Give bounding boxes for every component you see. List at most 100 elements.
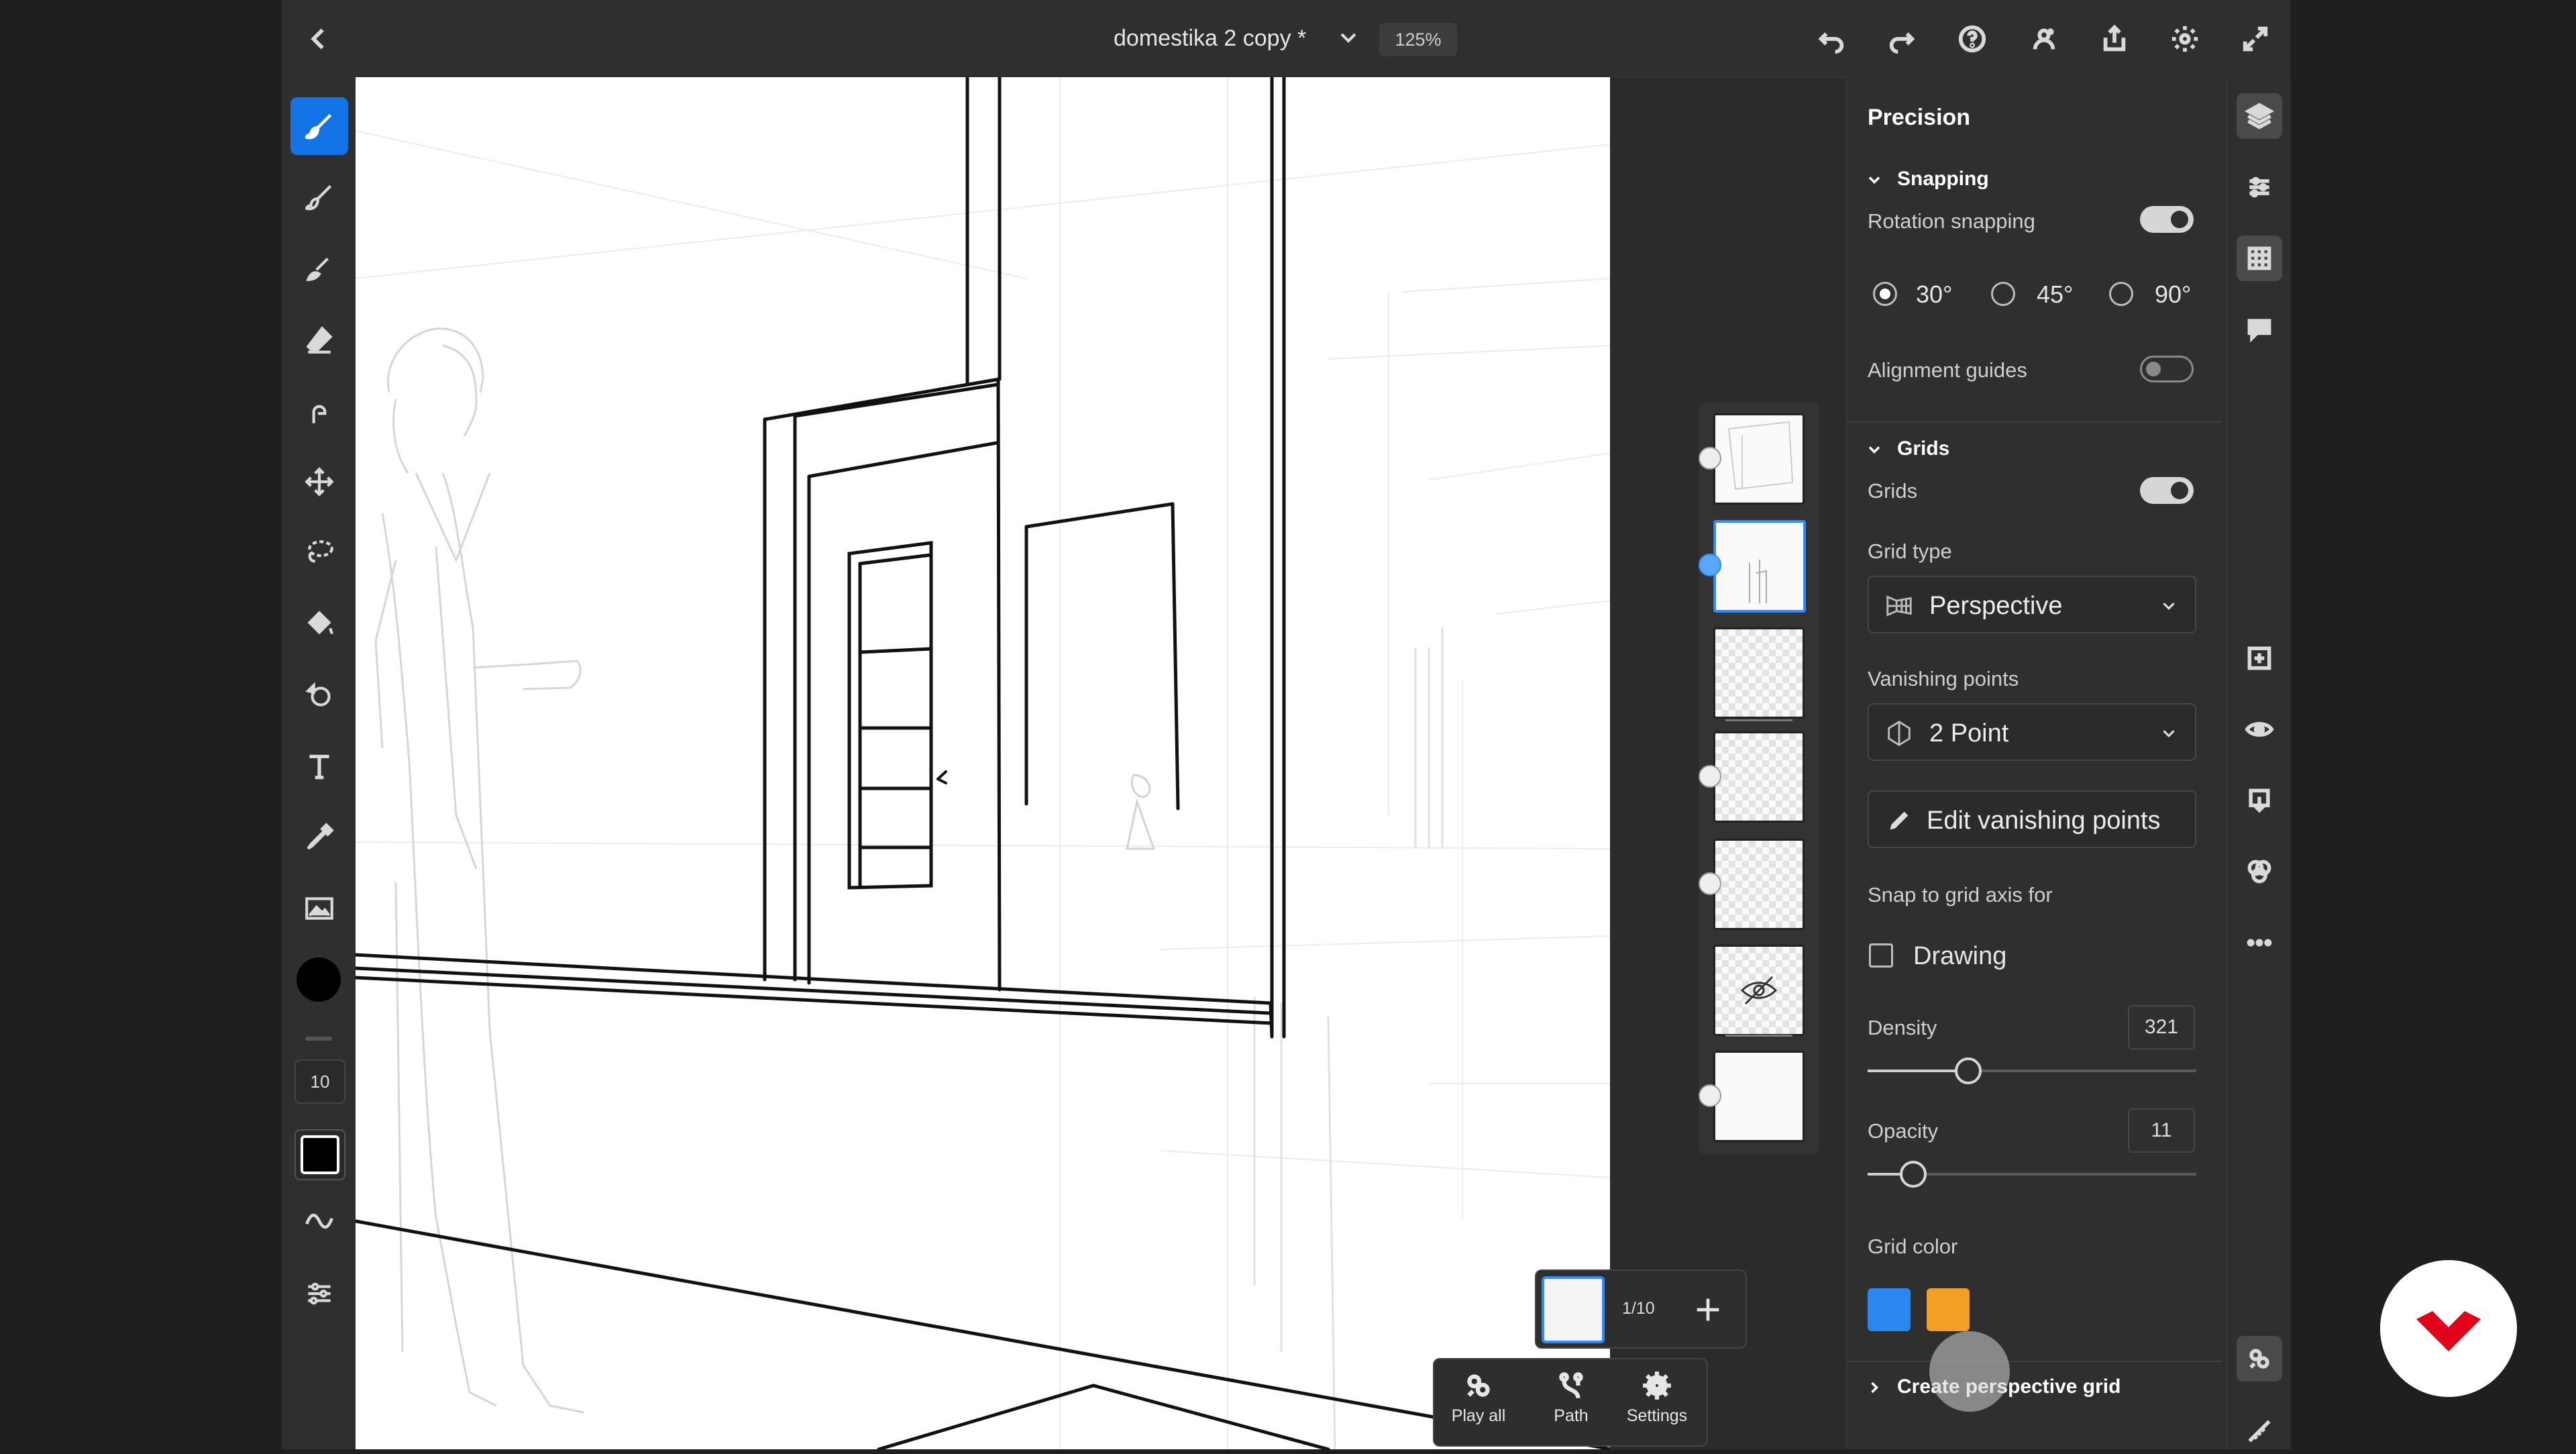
grid-icon[interactable] [2237, 236, 2282, 281]
brush-size[interactable]: 10 [294, 1059, 345, 1104]
layer-thumb[interactable] [1713, 413, 1805, 505]
vector-brush-tool-icon[interactable] [290, 240, 348, 297]
snapping-header[interactable]: Snapping [1897, 168, 1989, 191]
layer-badge-icon [1699, 447, 1721, 470]
section-divider [1846, 1361, 2222, 1362]
layer-group-divider [1725, 719, 1792, 721]
layers-icon[interactable] [2237, 93, 2282, 139]
angle-radio-90[interactable] [2109, 282, 2133, 306]
live-brush-tool-icon[interactable] [290, 168, 348, 226]
chevron-right-icon[interactable] [1865, 1378, 1884, 1397]
ruler-icon[interactable] [2237, 1408, 2282, 1454]
path-label: Path [1554, 1406, 1589, 1425]
stroke-smoothing-icon[interactable] [290, 1192, 348, 1250]
canvas-area[interactable] [356, 77, 1610, 1449]
add-layer-icon[interactable] [2237, 635, 2282, 681]
path-button[interactable]: Path [1531, 1369, 1611, 1426]
share-people-icon[interactable] [2024, 19, 2064, 59]
help-icon[interactable] [1952, 19, 1992, 59]
gear-icon [1643, 1371, 1671, 1400]
layer-thumb[interactable] [1713, 627, 1805, 719]
settings-label: Settings [1626, 1406, 1688, 1425]
zoom-level[interactable]: 125% [1379, 23, 1457, 56]
comments-icon[interactable] [2237, 307, 2282, 352]
snap-axis-label: Snap to grid axis for [1868, 883, 2053, 906]
layer-thumb-hidden[interactable] [1713, 945, 1805, 1036]
layer-badge-icon [1699, 1084, 1721, 1107]
image-tool-icon[interactable] [290, 880, 348, 937]
shape-tool-icon[interactable] [290, 666, 348, 724]
fill-swatch[interactable] [294, 1129, 345, 1180]
edit-vanishing-points-button[interactable]: Edit vanishing points [1868, 790, 2196, 848]
angle-radio-45[interactable] [1991, 282, 2015, 306]
color-swatch[interactable] [297, 957, 341, 1002]
screen-margin-left [0, 0, 282, 1449]
frame-panel: 1/10 [1535, 1269, 1747, 1349]
density-value[interactable]: 321 [2128, 1005, 2195, 1049]
chevron-down-icon [2163, 730, 2175, 737]
layer-thumb[interactable] [1713, 839, 1805, 930]
vanishing-points-value: 2 Point [1929, 719, 2009, 747]
density-slider-thumb[interactable] [1955, 1057, 1982, 1084]
chevron-down-icon[interactable] [1335, 24, 1362, 51]
panel-title: Precision [1868, 105, 1971, 130]
chevron-down-icon[interactable] [1865, 440, 1884, 459]
right-icon-rail [2226, 77, 2291, 1449]
vanishing-points-label: Vanishing points [1868, 667, 2019, 690]
grid-color-blue-swatch[interactable] [1868, 1288, 1911, 1331]
rotation-snapping-toggle[interactable] [2140, 206, 2194, 233]
merge-layer-icon[interactable] [2237, 778, 2282, 823]
add-frame-icon[interactable] [1689, 1291, 1727, 1329]
angle-label-30: 30° [1916, 280, 1953, 308]
play-all-button[interactable]: Play all [1438, 1369, 1519, 1426]
frame-thumb[interactable] [1542, 1276, 1605, 1343]
layer-thumb-background[interactable] [1713, 1051, 1805, 1142]
document-title[interactable]: domestika 2 copy * [1114, 25, 1306, 52]
path-icon [1559, 1372, 1583, 1399]
domestika-logo [2380, 1260, 2517, 1397]
smudge-tool-icon[interactable] [290, 382, 348, 439]
drawing-checkbox[interactable] [1869, 943, 1893, 968]
grid-color-orange-swatch[interactable] [1927, 1288, 1970, 1331]
drawing-canvas[interactable] [356, 77, 1610, 1449]
grid-type-dropdown[interactable]: Perspective [1868, 576, 2196, 633]
chevron-down-icon[interactable] [1865, 170, 1884, 189]
eyedropper-tool-icon[interactable] [290, 809, 348, 866]
redo-icon[interactable] [1882, 19, 1922, 59]
opacity-slider-thumb[interactable] [1900, 1161, 1927, 1188]
more-options-icon[interactable] [2237, 920, 2282, 966]
layer-thumb-selected[interactable] [1713, 520, 1806, 613]
transform-tool-icon[interactable] [290, 453, 348, 511]
vanishing-points-dropdown[interactable]: 2 Point [1868, 703, 2196, 761]
section-divider [1846, 421, 2222, 423]
visibility-eye-icon[interactable] [2237, 707, 2282, 752]
brush-settings-icon[interactable] [290, 1265, 348, 1322]
density-slider-track[interactable] [1868, 1070, 2196, 1072]
fullscreen-icon[interactable] [2235, 19, 2275, 59]
top-bar: domestika 2 copy * 125% [282, 0, 2290, 78]
pixel-brush-tool-icon[interactable] [290, 97, 348, 155]
layer-thumb[interactable] [1713, 731, 1805, 823]
alignment-guides-toggle[interactable] [2140, 356, 2194, 382]
settings-gear-icon[interactable] [2165, 19, 2205, 59]
adjustments-icon[interactable] [2237, 164, 2282, 210]
grids-toggle[interactable] [2140, 477, 2194, 504]
text-tool-icon[interactable] [290, 737, 348, 795]
blend-mode-icon[interactable] [2237, 849, 2282, 894]
settings-button[interactable]: Settings [1617, 1369, 1697, 1426]
back-icon[interactable] [299, 19, 339, 59]
export-icon[interactable] [2094, 19, 2135, 59]
tool-bar: 10 [282, 77, 356, 1449]
grid-type-value: Perspective [1929, 592, 2063, 620]
animation-icon[interactable] [2237, 1336, 2282, 1382]
grids-header[interactable]: Grids [1897, 437, 1949, 460]
undo-icon[interactable] [1811, 19, 1851, 59]
opacity-value[interactable]: 11 [2128, 1108, 2195, 1153]
pencil-icon [1890, 811, 1909, 830]
animation-playbar: Play all Path Settings [1433, 1358, 1708, 1447]
eraser-tool-icon[interactable] [290, 311, 348, 368]
fill-tool-icon[interactable] [290, 595, 348, 653]
lasso-tool-icon[interactable] [290, 524, 348, 582]
angle-radio-30[interactable] [1873, 282, 1897, 306]
layer-badge-icon [1699, 765, 1721, 788]
